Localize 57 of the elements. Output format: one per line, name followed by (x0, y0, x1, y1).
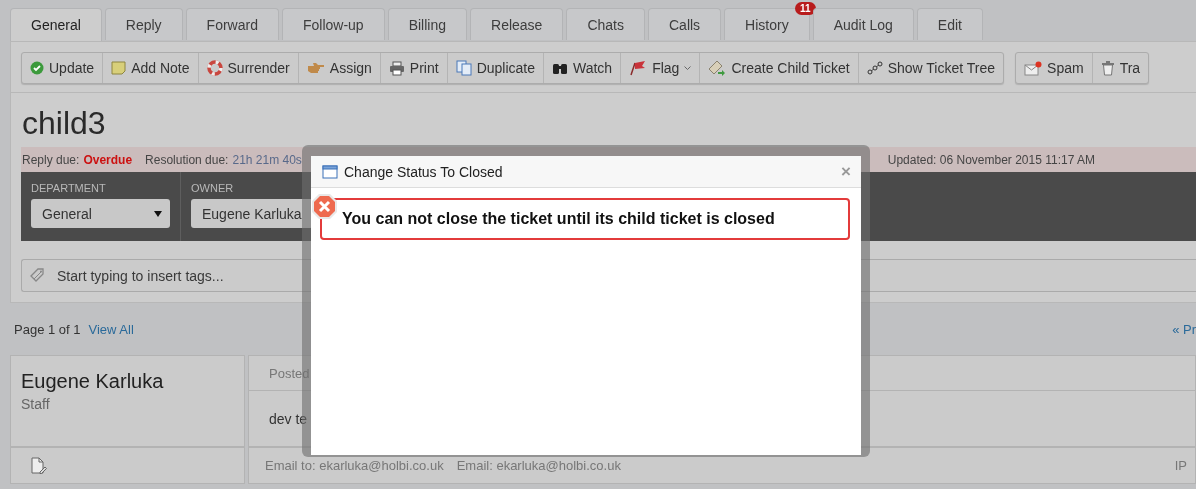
tab[interactable]: Billing (387, 8, 468, 40)
updated-date: Updated: 06 November 2015 11:17 AM (887, 152, 1095, 167)
toolbar-button[interactable]: Update (22, 53, 104, 83)
flag-icon (629, 60, 648, 76)
ticket-title: child3 (22, 105, 106, 143)
tab[interactable]: Edit (916, 8, 983, 40)
toolbar-button[interactable]: Create Child Ticket (700, 53, 859, 83)
toolbar-button[interactable]: Surrender (198, 53, 299, 83)
select-field[interactable]: General (31, 199, 170, 228)
reply-due-label: Reply due: (22, 152, 80, 167)
binoculars-icon (552, 61, 568, 75)
toolbar-button[interactable]: Add Note (103, 53, 199, 83)
field-label: OWNER (191, 182, 234, 194)
email-from: Email: ekarluka@holbi.co.uk (456, 458, 621, 473)
toolbar-button[interactable]: Tra (1092, 53, 1149, 83)
ip-label: IP (1174, 458, 1187, 473)
toolbar-button[interactable]: Flag (621, 53, 701, 83)
post-text: dev te (269, 410, 308, 427)
tab[interactable]: General (10, 8, 102, 41)
tab[interactable]: Calls (648, 8, 722, 40)
tab[interactable]: Chats (566, 8, 645, 40)
author-name: Eugene Karluka (21, 370, 164, 393)
toolbar-button[interactable]: Show Ticket Tree (858, 53, 1004, 83)
window-icon (322, 164, 338, 179)
tree-nodes-icon (866, 61, 883, 75)
toolbar-button[interactable]: Print (380, 53, 448, 83)
tab[interactable]: Reply (104, 8, 183, 40)
edit-note-icon[interactable] (31, 456, 47, 475)
copy-icon (455, 60, 472, 76)
tab[interactable]: Audit Log (812, 8, 914, 40)
resolution-time: 21h 21m 40s (232, 152, 302, 167)
trash-icon (1100, 60, 1115, 76)
email-to: Email to: ekarluka@holbi.co.uk (265, 458, 444, 473)
toolbar-button[interactable]: Spam (1016, 53, 1093, 83)
author-role: Staff (21, 396, 50, 412)
pointing-hand-icon (306, 61, 325, 75)
toolbar-button[interactable]: Assign (298, 53, 381, 83)
select-field[interactable]: Eugene Karluka (191, 199, 313, 228)
check-circle-icon (30, 61, 44, 75)
printer-icon (388, 60, 405, 76)
toolbar-button[interactable]: Duplicate (447, 53, 544, 83)
overdue-status: Overdue (83, 152, 133, 167)
error-message: You can not close the ticket until its child ticket is closed (320, 198, 850, 240)
toolbar-button[interactable]: Watch (544, 53, 622, 83)
resolution-due-label: Resolution due: (145, 152, 229, 167)
count-badge: 11 (795, 2, 816, 15)
ticket-add-icon (708, 59, 727, 77)
lifebuoy-icon (206, 60, 223, 76)
field-label: DEPARTMENT (31, 182, 106, 194)
tab[interactable]: Release (470, 8, 564, 40)
page-count: Page 1 of 1 (14, 321, 81, 337)
tab[interactable]: Forward (185, 8, 279, 40)
note-icon (111, 61, 127, 75)
envelope-icon (1024, 60, 1043, 76)
dropdown-arrow-icon (154, 210, 162, 217)
dialog-title: Change Status To Closed (344, 163, 504, 180)
tab[interactable]: Follow-up (281, 8, 385, 40)
